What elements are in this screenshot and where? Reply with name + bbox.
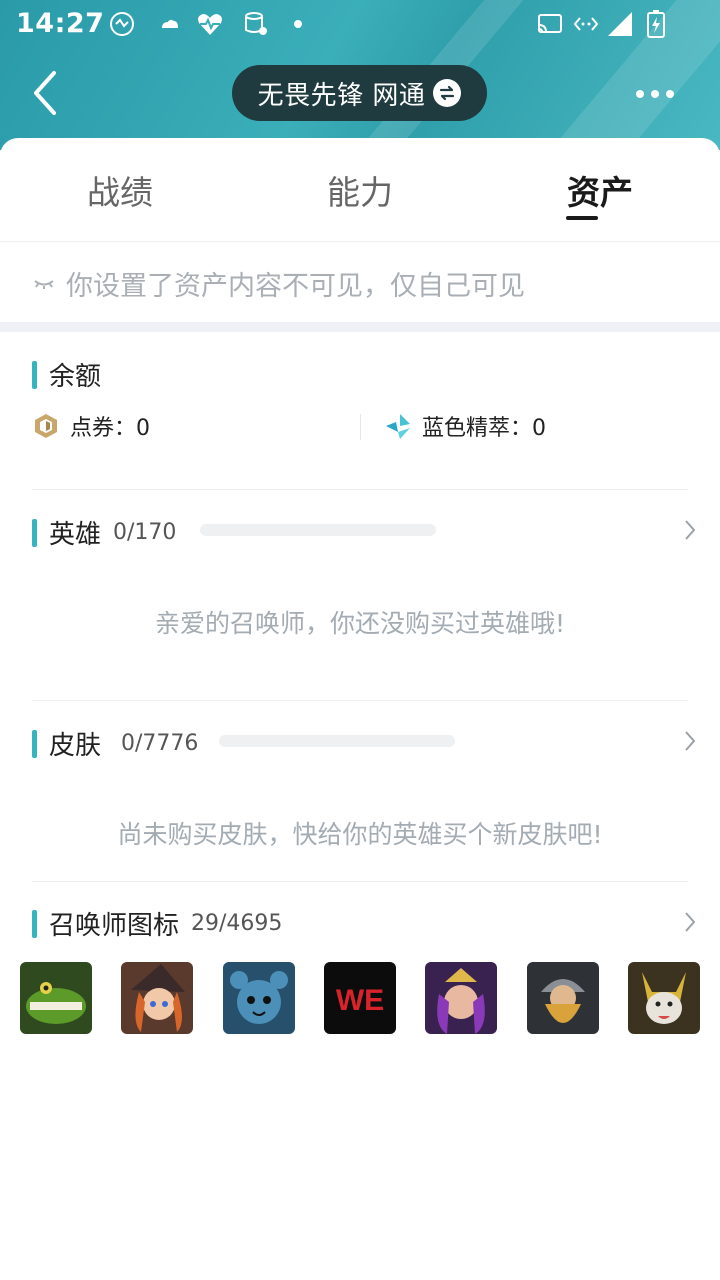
row-divider	[32, 881, 688, 882]
heroes-empty-message: 亲爱的召唤师，你还没购买过英雄哦!	[154, 609, 566, 638]
skins-count: 0/7776	[121, 731, 199, 756]
summoner-icon-purple-hero[interactable]	[425, 962, 497, 1034]
essence-label: 蓝色精萃：0	[422, 416, 546, 441]
more-dot	[651, 90, 659, 98]
section-accent-bar	[32, 729, 37, 758]
section-divider	[0, 322, 720, 332]
summoner-icons-title: 召唤师图标	[49, 911, 180, 941]
nav-bar: 无畏先锋 网通	[0, 48, 720, 138]
server-switch-button[interactable]: 无畏先锋 网通	[232, 65, 487, 121]
skins-empty-message: 尚未购买皮肤，快给你的英雄买个新皮肤吧!	[117, 820, 603, 849]
coupon-label: 点券：0	[70, 416, 150, 441]
summoner-icon-witch[interactable]	[121, 962, 193, 1034]
coupon-icon	[35, 414, 57, 438]
coupon-balance: 点券：0	[32, 410, 150, 442]
summoner-icon-crocodile[interactable]	[20, 962, 92, 1034]
chevron-right-icon[interactable]	[678, 729, 702, 753]
chevron-right-icon[interactable]	[678, 910, 702, 934]
balance-row: 点券：0 蓝色精萃：0	[32, 410, 688, 450]
summoner-icon-wolf[interactable]	[628, 962, 700, 1034]
database-settings-icon	[245, 12, 267, 35]
status-bar: 14:27	[0, 0, 720, 48]
summoner-icons-row: WE	[20, 962, 702, 1034]
summoner-icon-we-team[interactable]: WE	[324, 962, 396, 1034]
balance-section-title: 余额	[32, 356, 101, 393]
row-divider	[32, 700, 688, 701]
status-time: 14:27	[16, 8, 105, 39]
app-notification-icon	[110, 12, 134, 36]
heroes-title: 英雄	[49, 520, 102, 550]
dot-icon	[294, 20, 302, 28]
privacy-notice-text: 你设置了资产内容不可见，仅自己可见	[66, 270, 525, 302]
tab-bar: 战绩 能力 资产	[0, 138, 720, 242]
signal-icon	[608, 12, 632, 36]
more-options-button[interactable]	[625, 76, 685, 112]
summoner-icon-dwarf[interactable]	[527, 962, 599, 1034]
section-accent-bar	[32, 909, 37, 938]
cast-icon	[538, 14, 562, 33]
tab-records[interactable]: 战绩	[40, 166, 200, 214]
section-accent-bar	[32, 518, 37, 547]
balance-separator	[360, 414, 361, 440]
we-logo-text: WE	[336, 984, 384, 1017]
eye-closed-icon	[34, 280, 54, 289]
active-tab-indicator	[566, 216, 598, 220]
blue-essence-icon	[386, 414, 410, 439]
more-dot	[636, 90, 644, 98]
data-transfer-icon	[573, 17, 599, 31]
skins-progress-bar	[219, 735, 455, 747]
swap-icon	[433, 79, 462, 107]
more-dot	[666, 90, 674, 98]
back-button[interactable]	[22, 68, 72, 118]
tab-ability[interactable]: 能力	[280, 166, 440, 214]
skins-section-header[interactable]: 皮肤 0/7776	[32, 725, 198, 762]
content-card: 战绩 能力 资产 你设置了资产内容不可见，仅自己可见 余额 点券：0 蓝色精萃：…	[0, 138, 720, 1280]
essence-balance: 蓝色精萃：0	[384, 410, 546, 442]
app-header: 14:27 无畏先锋 网通	[0, 0, 720, 150]
summoner-icons-count: 29/4695	[191, 911, 283, 936]
tab-assets[interactable]: 资产	[520, 166, 680, 214]
chevron-right-icon[interactable]	[678, 518, 702, 542]
skins-title: 皮肤	[49, 731, 102, 761]
heroes-section-header[interactable]: 英雄 0/170	[32, 514, 176, 551]
heroes-count: 0/170	[113, 520, 177, 545]
privacy-notice: 你设置了资产内容不可见，仅自己可见	[0, 242, 720, 324]
cloud-icon	[162, 19, 178, 28]
summoner-icon-blue-creature[interactable]	[223, 962, 295, 1034]
summoner-icons-section-header[interactable]: 召唤师图标 29/4695	[32, 905, 282, 942]
row-divider	[32, 489, 688, 490]
section-accent-bar	[32, 360, 37, 389]
heart-rate-icon	[198, 14, 222, 35]
battery-charging-icon	[647, 10, 665, 38]
balance-title: 余额	[49, 362, 102, 392]
heroes-progress-bar	[200, 524, 436, 536]
page-title: 无畏先锋 网通	[257, 80, 426, 111]
